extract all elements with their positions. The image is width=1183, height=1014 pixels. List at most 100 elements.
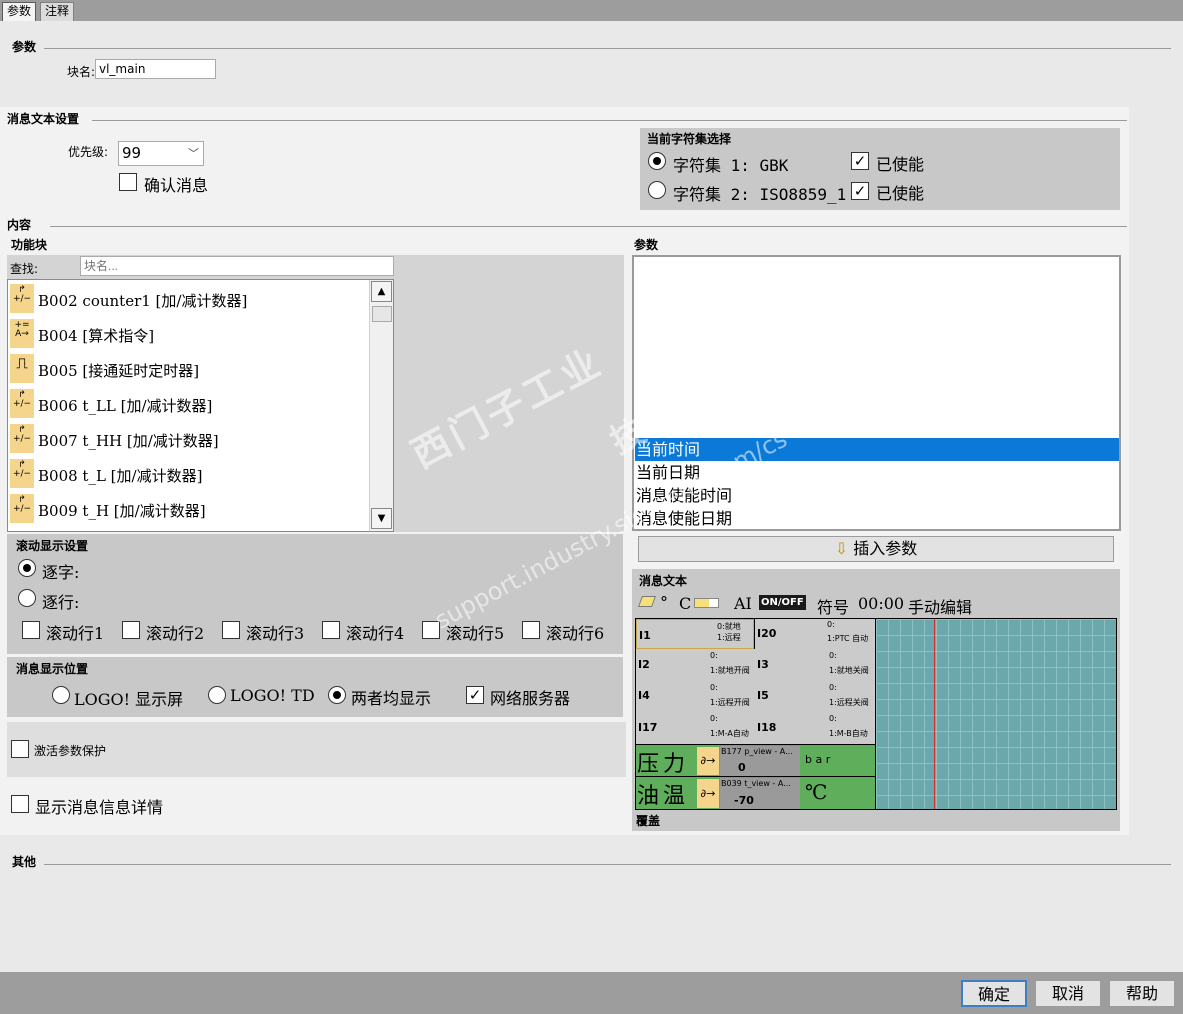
position-logo-display-radio[interactable] [52, 686, 70, 704]
scrollbar[interactable]: ▲ ▼ [369, 280, 393, 531]
function-block-icon: ∂→ [697, 779, 719, 808]
scroll-line4-checkbox[interactable] [322, 621, 340, 639]
cell-I2[interactable]: I2 0: 1:就地开阀 [636, 649, 755, 680]
scroll-line2-checkbox[interactable] [122, 621, 140, 639]
list-item-label: B002 counter1 [加/减计数器] [38, 292, 248, 310]
bar-graph-icon[interactable] [694, 598, 719, 608]
list-item-label: B009 t_H [加/减计数器] [38, 502, 206, 520]
list-item[interactable]: ↱ +/− B006 t_LL [加/减计数器] [9, 386, 366, 421]
tab-params[interactable]: 参数 [2, 2, 37, 21]
pressure-unit: b a r [805, 753, 831, 766]
charset1-radio[interactable] [648, 152, 666, 170]
timer-icon: ┌┐ ┘└ [10, 354, 34, 383]
charset2-label: 字符集 2: ISO8859_1 [673, 185, 847, 204]
charset-title: 当前字符集选择 [647, 132, 732, 146]
details-checkbox[interactable] [11, 795, 29, 813]
param-item[interactable]: 消息使能时间 [635, 484, 1119, 507]
cell-I5[interactable]: I5 0: 1:远程关阀 [755, 680, 875, 712]
list-item[interactable]: += A→ B004 [算术指令] [9, 316, 366, 351]
search-label: 查找: [10, 262, 39, 276]
param-item[interactable]: 消息使能日期 [635, 507, 1119, 529]
ok-button[interactable]: 确定 [961, 980, 1027, 1007]
oil-label: 油温 [637, 784, 690, 809]
counter-icon: ↱ +/− [10, 494, 34, 523]
ai-button[interactable]: AI [734, 594, 752, 613]
list-item-label: B008 t_L [加/减计数器] [38, 467, 203, 485]
time-button[interactable]: 00:00 [858, 594, 904, 613]
cell-I1[interactable]: I1 0:就地 1:远程 [636, 619, 754, 649]
scroll-up-icon[interactable]: ▲ [371, 281, 392, 302]
position-logo-td-label: LOGO! TD [230, 686, 315, 705]
degree-button[interactable]: ° [660, 593, 668, 612]
scroll-line3-checkbox[interactable] [222, 621, 240, 639]
cell-I3[interactable]: I3 0: 1:就地关阀 [755, 649, 875, 680]
pressure-value-box[interactable]: B177 p_view - A... 0 [720, 746, 800, 776]
param-item[interactable]: 当前时间 [635, 438, 1119, 461]
protect-checkbox[interactable] [11, 740, 29, 758]
cell-I20[interactable]: I20 0: 1:PTC 自动 [755, 619, 875, 649]
charset1-enabled-checkbox[interactable]: ✓ [851, 152, 869, 170]
cancel-button[interactable]: 取消 [1035, 980, 1101, 1007]
message-preview[interactable]: I1 0:就地 1:远程 I20 0: 1:PTC 自动 I2 0: 1:就地开… [635, 618, 1117, 810]
scroll-line5-label: 滚动行5 [446, 624, 505, 643]
list-item[interactable]: ↱ +/− B009 t_H [加/减计数器] [9, 491, 366, 526]
onoff-button[interactable]: ON/OFF [759, 595, 806, 610]
param-item[interactable]: 当前日期 [635, 461, 1119, 484]
web-server-checkbox[interactable]: ✓ [466, 686, 484, 704]
params-list[interactable]: 当前时间 当前日期 消息使能时间 消息使能日期 [632, 255, 1121, 531]
cell-I18[interactable]: I18 0: 1:M-B自动 [755, 712, 875, 744]
scroll-grid-area[interactable] [876, 619, 1116, 809]
position-both-radio[interactable] [328, 686, 346, 704]
scroll-thumb[interactable] [372, 306, 392, 322]
scroll-line1-checkbox[interactable] [22, 621, 40, 639]
search-input[interactable] [80, 256, 394, 276]
charset1-enabled-label: 已使能 [876, 155, 925, 174]
oil-value-box[interactable]: B039 t_view - A... -70 [720, 778, 800, 809]
list-item[interactable]: ┌┐ ┘└ B005 [接通延时定时器] [9, 351, 366, 386]
priority-label: 优先级: [68, 145, 109, 159]
charset2-radio[interactable] [648, 181, 666, 199]
scroll-char-radio[interactable] [18, 559, 36, 577]
tab-comment[interactable]: 注释 [40, 2, 75, 21]
ack-label: 确认消息 [144, 176, 209, 195]
list-item[interactable]: ↱ +/− B008 t_L [加/减计数器] [9, 456, 366, 491]
charset2-enabled-checkbox[interactable]: ✓ [851, 182, 869, 200]
params-label: 参数 [634, 238, 659, 252]
list-item[interactable]: ↱ +/− B007 t_HH [加/减计数器] [9, 421, 366, 456]
msg-settings-title: 消息文本设置 [7, 112, 80, 126]
cell-I17[interactable]: I17 0: 1:M-A自动 [636, 712, 755, 744]
pressure-label: 压力 [637, 752, 690, 777]
function-blocks-label: 功能块 [11, 238, 48, 252]
divider [50, 226, 1127, 227]
other-section-title: 其他 [12, 855, 37, 869]
counter-icon: ↱ +/− [10, 424, 34, 453]
list-item[interactable]: ↱ +/− B002 counter1 [加/减计数器] [9, 281, 366, 316]
scroll-line-radio[interactable] [18, 589, 36, 607]
function-block-list[interactable]: ↱ +/− B002 counter1 [加/减计数器] += A→ B004 [算… [7, 279, 394, 532]
symbol-button[interactable]: 符号 [817, 594, 849, 618]
manual-edit-button[interactable]: 手动编辑 [908, 594, 972, 618]
block-name-input[interactable]: vl_main [95, 59, 216, 79]
scroll-line-label: 逐行: [42, 593, 80, 612]
priority-select[interactable]: 99 ﹀ [118, 141, 204, 166]
help-button[interactable]: 帮助 [1109, 980, 1175, 1007]
scroll-settings-title: 滚动显示设置 [16, 539, 89, 553]
scroll-line4-label: 滚动行4 [346, 624, 405, 643]
ack-checkbox[interactable] [119, 173, 137, 191]
celsius-button[interactable]: C [679, 594, 691, 613]
eraser-icon[interactable] [637, 596, 657, 607]
list-item-label: B006 t_LL [加/减计数器] [38, 397, 213, 415]
counter-icon: ↱ +/− [10, 459, 34, 488]
cell-I4[interactable]: I4 0: 1:远程开阀 [636, 680, 755, 712]
block-name-label: 块名: [67, 65, 96, 79]
details-label: 显示消息信息详情 [35, 798, 164, 817]
insert-param-button[interactable]: ⇩ 插入参数 [638, 536, 1114, 562]
position-logo-td-radio[interactable] [208, 686, 226, 704]
position-both-label: 两者均显示 [351, 689, 432, 708]
insert-param-label: 插入参数 [853, 539, 918, 558]
scroll-line5-checkbox[interactable] [422, 621, 440, 639]
scroll-line6-checkbox[interactable] [522, 621, 540, 639]
divider [44, 48, 1171, 49]
list-item-label: B004 [算术指令] [38, 327, 155, 345]
scroll-down-icon[interactable]: ▼ [371, 508, 392, 529]
